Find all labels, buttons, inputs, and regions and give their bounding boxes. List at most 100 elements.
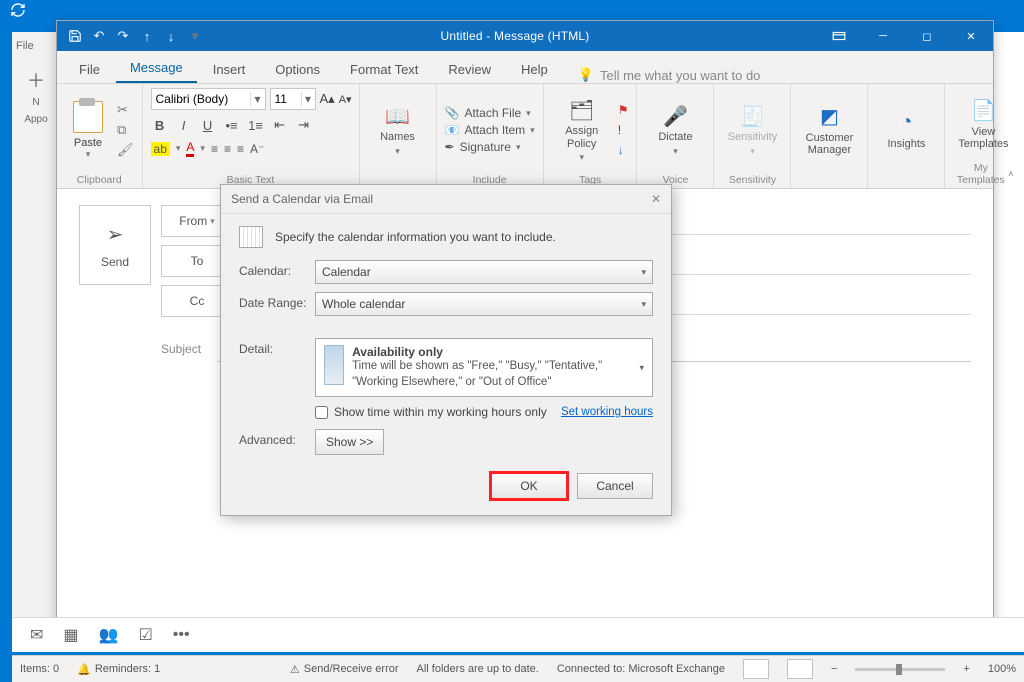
attach-file-button[interactable]: 📎Attach File▾ [445,106,535,120]
cut-icon[interactable]: ✂ [117,102,134,118]
view-reading-button[interactable] [787,659,813,679]
bold-button[interactable]: B [151,118,169,133]
highlight-button[interactable]: ab [151,142,170,156]
font-family-select[interactable]: ▾ [151,88,266,110]
set-working-hours-link[interactable]: Set working hours [561,406,653,418]
date-range-select[interactable]: Whole calendar [315,292,653,316]
zoom-level: 100% [988,663,1016,675]
attach-item-button[interactable]: 📧Attach Item▾ [445,123,535,137]
zoom-slider[interactable] [855,668,945,671]
collapse-ribbon-icon[interactable]: ˄ [1008,169,1013,179]
italic-button[interactable]: I [175,118,193,133]
align-right-button[interactable]: ≡ [237,142,244,156]
status-error[interactable]: ⚠Send/Receive error [290,663,399,676]
tab-insert[interactable]: Insert [199,56,260,83]
low-importance-icon[interactable]: ↓ [618,143,629,157]
status-reminders[interactable]: 🔔Reminders: 1 [77,663,160,676]
lightbulb-icon: 💡 [578,67,594,83]
group-label: Clipboard [65,172,134,186]
high-importance-icon[interactable]: ! [618,123,629,137]
ribbon-tabs: File Message Insert Options Format Text … [57,51,993,84]
outlook-badge-icon: ◩ [816,104,842,130]
address-book-icon: 📖 [385,103,411,129]
indent-button[interactable]: ⇥ [295,117,313,133]
more-nav-icon[interactable]: ••• [173,626,190,644]
zoom-in-button[interactable]: + [963,663,969,675]
font-size-select[interactable]: ▾ [270,88,316,110]
copy-icon[interactable]: ⧉ [117,122,134,138]
names-button[interactable]: 📖 Names ▾ [368,103,428,156]
font-color-button[interactable]: A [186,140,194,157]
dictate-button[interactable]: 🎤Dictate▾ [645,103,705,156]
advanced-show-button[interactable]: Show >> [315,429,384,455]
tab-file[interactable]: File [65,56,114,83]
tab-format-text[interactable]: Format Text [336,56,432,83]
status-connected: Connected to: Microsoft Exchange [557,663,725,675]
insights-icon: ◔ [893,110,919,136]
group-include: 📎Attach File▾ 📧Attach Item▾ ✒Signature▾ … [437,84,544,188]
calendar-nav-icon[interactable]: ▦ [63,625,78,645]
align-center-button[interactable]: ≡ [224,142,231,156]
group-basic-text: ▾ ▾ A▴ A▾ B I U •≡ 1≡ ⇤ ⇥ [143,84,360,188]
detail-label: Detail: [239,338,315,356]
detail-heading: Availability only [352,345,644,359]
assign-policy-button[interactable]: 🗂 Assign Policy▾ [552,97,612,162]
tab-help[interactable]: Help [507,56,562,83]
outdent-button[interactable]: ⇤ [271,117,289,133]
clear-formatting-button[interactable]: A⁻ [250,142,264,156]
qat-more-icon[interactable]: ▾ [187,28,203,44]
group-label: Sensitivity [722,172,782,186]
insights-button[interactable]: ◔Insights [876,110,936,150]
next-icon[interactable]: ↓ [163,28,179,44]
underline-button[interactable]: U [199,118,217,133]
group-sensitivity: 🧾Sensitivity▾ Sensitivity [714,84,791,188]
view-templates-button[interactable]: 📄View Templates [953,98,1013,150]
policy-icon: 🗂 [569,97,595,123]
group-clipboard: Paste ▾ ✂ ⧉ 🖌 Clipboard [57,84,143,188]
ribbon-options-icon[interactable] [817,21,861,51]
bullets-button[interactable]: •≡ [223,118,241,133]
maximize-button[interactable]: ◻ [905,21,949,51]
zoom-out-button[interactable]: − [831,663,837,675]
tab-message[interactable]: Message [116,54,197,83]
detail-select[interactable]: Availability only Time will be shown as … [315,338,653,397]
tab-review[interactable]: Review [434,56,505,83]
people-nav-icon[interactable]: 👥 [99,625,119,645]
send-button[interactable]: ➢ Send [79,205,151,285]
redo-icon[interactable]: ↷ [115,28,131,44]
nav-strip: ✉ ▦ 👥 ☑ ••• [12,617,1024,652]
working-hours-checkbox[interactable] [315,406,328,419]
view-normal-button[interactable] [743,659,769,679]
group-voice: 🎤Dictate▾ Voice [637,84,714,188]
tell-me-search[interactable]: 💡 Tell me what you want to do [578,67,761,83]
dialog-close-icon[interactable]: ✕ [651,192,661,206]
close-button[interactable]: ✕ [949,21,993,51]
save-icon[interactable] [67,28,83,44]
mail-nav-icon[interactable]: ✉ [30,625,43,645]
paste-button[interactable]: Paste ▾ [65,101,111,160]
tab-options[interactable]: Options [261,56,334,83]
tasks-nav-icon[interactable]: ☑ [138,625,152,645]
prev-icon[interactable]: ↑ [139,28,155,44]
cancel-button[interactable]: Cancel [577,473,653,499]
format-painter-icon[interactable]: 🖌 [117,142,134,158]
minimize-button[interactable]: ─ [861,21,905,51]
align-left-button[interactable]: ≡ [211,142,218,156]
calendar-select[interactable]: Calendar [315,260,653,284]
ribbon: Paste ▾ ✂ ⧉ 🖌 Clipboard ▾ ▾ [57,84,993,189]
follow-up-flag-icon[interactable]: ⚑ [618,103,629,117]
group-names: 📖 Names ▾ [360,84,437,188]
numbering-button[interactable]: 1≡ [247,118,265,133]
tell-me-text: Tell me what you want to do [600,68,760,83]
shrink-font-icon[interactable]: A▾ [339,93,352,106]
sync-icon[interactable] [0,2,36,18]
ok-button[interactable]: OK [491,473,567,499]
file-tab-peek[interactable]: File [12,38,60,54]
advanced-label: Advanced: [239,429,315,447]
signature-button[interactable]: ✒Signature▾ [445,140,535,154]
customer-manager-button[interactable]: ◩Customer Manager [799,104,859,156]
new-button[interactable]: ＋ N Appo [12,76,60,118]
undo-icon[interactable]: ↶ [91,28,107,44]
grow-font-icon[interactable]: A▴ [320,91,335,107]
dialog-title: Send a Calendar via Email [231,192,373,206]
